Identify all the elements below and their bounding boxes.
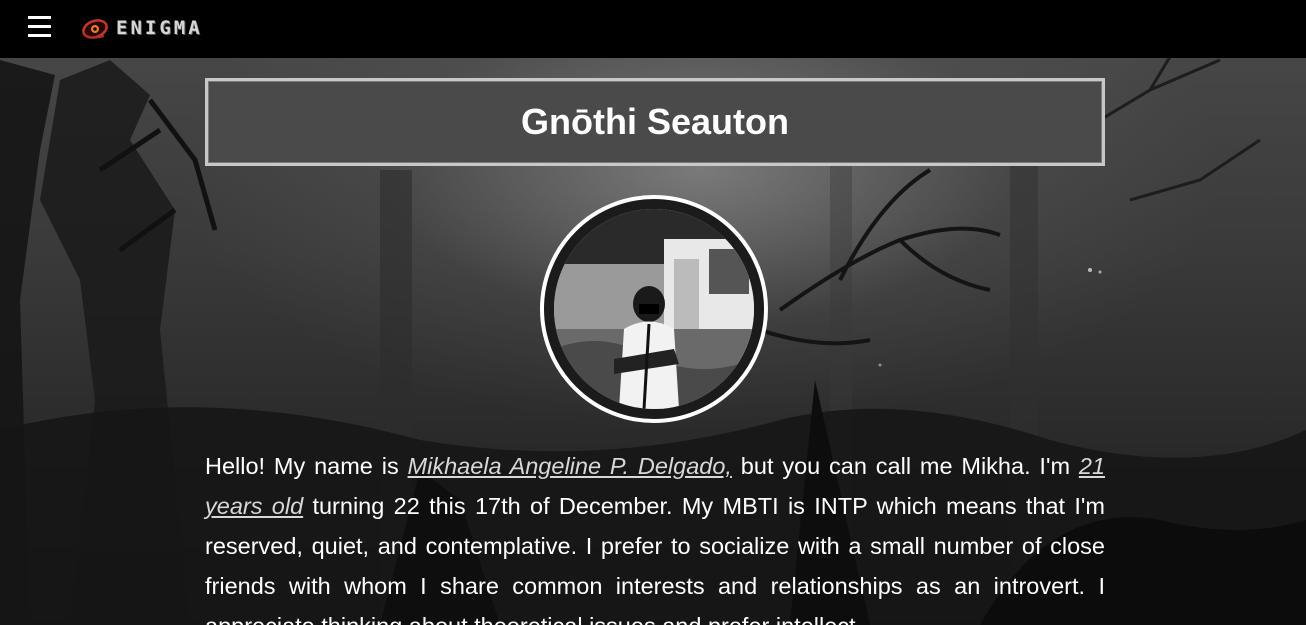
menu-bar	[28, 25, 51, 28]
bio-text: Hello! My name is	[205, 453, 408, 479]
hamburger-menu-icon[interactable]	[28, 16, 52, 40]
name-link[interactable]: Mikhaela Angeline P. Delgado,	[408, 453, 732, 479]
avatar	[540, 195, 768, 423]
bio-text: but you can call me Mikha. I'm	[731, 453, 1079, 479]
page: ENIGMA Gnōthi Seauton Hello! My name is …	[0, 0, 1306, 625]
logo[interactable]: ENIGMA	[80, 12, 203, 44]
logo-text: ENIGMA	[116, 17, 203, 39]
bio-paragraph: Hello! My name is Mikhaela Angeline P. D…	[205, 446, 1105, 625]
title-box: Gnōthi Seauton	[205, 78, 1105, 166]
bio-text: turning 22 this 17th of December. My MBT…	[205, 493, 1105, 625]
menu-bar	[28, 34, 51, 37]
page-title: Gnōthi Seauton	[521, 101, 789, 142]
top-navbar: ENIGMA	[0, 0, 1306, 58]
eye-logo-icon	[82, 19, 108, 39]
menu-bar	[28, 16, 51, 19]
profile-photo	[554, 209, 754, 409]
